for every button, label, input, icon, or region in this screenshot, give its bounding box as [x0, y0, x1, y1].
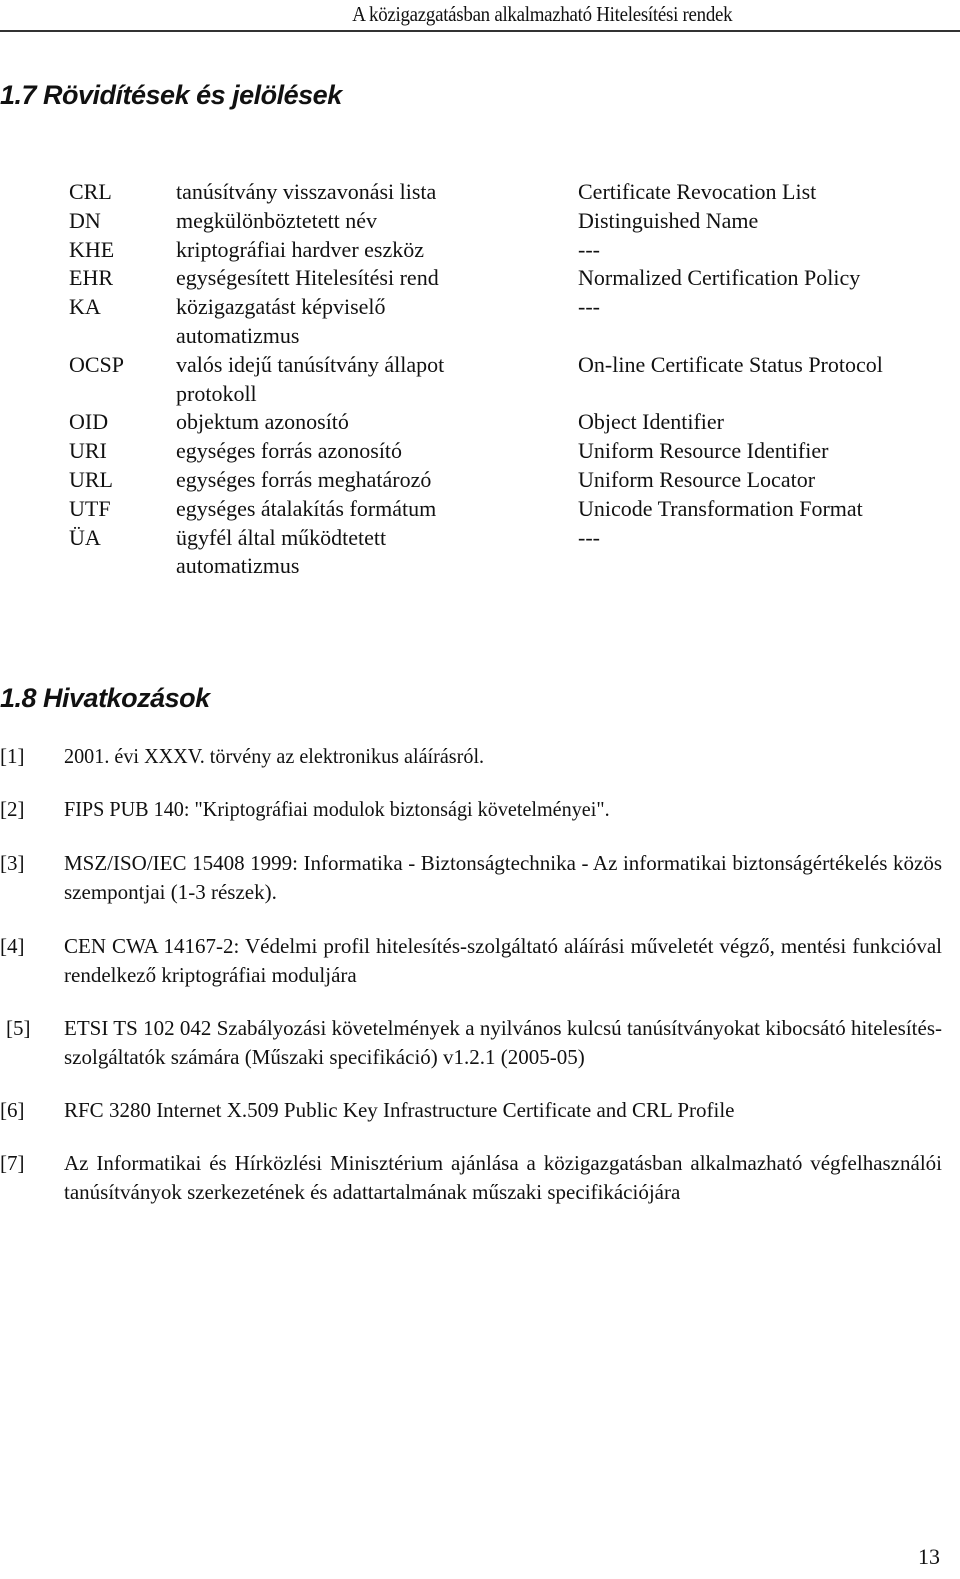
- section-title-abbreviations: 1.7 Rövidítések és jelölések: [0, 80, 342, 110]
- abbreviation: CRL: [69, 179, 112, 204]
- hungarian-meaning: egységes forrás azonosító: [176, 438, 403, 464]
- abbreviation-row: URI egységes forrás azonosító Uniform Re…: [69, 437, 949, 466]
- reference-item: [6] RFC 3280 Internet X.509 Public Key I…: [0, 1096, 942, 1125]
- hungarian-meaning: ügyfél által működtetett automatizmus: [176, 524, 387, 579]
- english-meaning: ---: [578, 524, 600, 550]
- abbreviation: OCSP: [69, 351, 125, 377]
- abbreviation-row: DN megkülönböztetett név Distinguished N…: [69, 207, 949, 236]
- abbreviation-row: UTF egységes átalakítás formátum Unicode…: [69, 495, 949, 524]
- abbreviation-row: KA közigazgatást képviselő automatizmus …: [69, 293, 949, 351]
- section-title-references: 1.8 Hivatkozások: [0, 683, 210, 713]
- hungarian-meaning: megkülönböztetett név: [176, 207, 377, 233]
- abbreviation-row: URL egységes forrás meghatározó Uniform …: [69, 466, 949, 495]
- reference-item: [2] FIPS PUB 140: "Kriptográfiai modulok…: [0, 795, 942, 824]
- abbreviation-row: ÜA ügyfél által működtetett automatizmus…: [69, 524, 949, 582]
- reference-number: [2]: [0, 797, 25, 821]
- abbreviations-table: CRL tanúsítvány visszavonási lista Certi…: [69, 178, 949, 581]
- reference-number: [3]: [0, 851, 25, 875]
- running-header: A közigazgatásban alkalmazható Hitelesít…: [0, 0, 960, 32]
- abbreviation: ÜA: [69, 524, 101, 550]
- abbreviation: OID: [69, 409, 109, 435]
- abbreviation: URL: [69, 466, 113, 492]
- english-meaning: Uniform Resource Identifier: [578, 438, 829, 464]
- reference-number: [6]: [0, 1098, 25, 1122]
- abbreviation-row: KHE kriptográfiai hardver eszköz ---: [69, 236, 949, 265]
- hungarian-meaning: egységesített Hitelesítési rend: [176, 265, 439, 291]
- abbreviation: URI: [69, 438, 107, 464]
- hungarian-meaning: valós idejű tanúsítvány állapot protokol…: [176, 351, 445, 406]
- reference-item: [5] ETSI TS 102 042 Szabályozási követel…: [0, 1014, 942, 1071]
- english-meaning: Distinguished Name: [578, 207, 759, 233]
- abbreviation-row: CRL tanúsítvány visszavonási lista Certi…: [69, 178, 949, 207]
- english-meaning: ---: [578, 236, 600, 262]
- english-meaning: Certificate Revocation List: [578, 179, 817, 204]
- reference-text: MSZ/ISO/IEC 15408 1999: Informatika - Bi…: [64, 851, 942, 904]
- reference-text: ETSI TS 102 042 Szabályozási követelmény…: [64, 1016, 942, 1069]
- reference-number: [4]: [0, 934, 25, 958]
- hungarian-meaning: egységes forrás meghatározó: [176, 466, 432, 492]
- reference-text: FIPS PUB 140: "Kriptográfiai modulok biz…: [64, 797, 610, 821]
- english-meaning: On-line Certificate Status Protocol: [578, 351, 883, 377]
- hungarian-meaning: objektum azonosító: [176, 409, 349, 435]
- reference-number: [7]: [0, 1151, 25, 1175]
- abbreviation-row: EHR egységesített Hitelesítési rend Norm…: [69, 264, 949, 293]
- abbreviation-row: OID objektum azonosító Object Identifier: [69, 408, 949, 437]
- reference-text: 2001. évi XXXV. törvény az elektronikus …: [64, 744, 485, 768]
- reference-number: [5]: [6, 1016, 31, 1040]
- reference-item: [3] MSZ/ISO/IEC 15408 1999: Informatika …: [0, 849, 942, 906]
- reference-item: [7] Az Informatikai és Hírközlési Minisz…: [0, 1149, 942, 1206]
- english-meaning: ---: [578, 294, 600, 320]
- reference-text: CEN CWA 14167-2: Védelmi profil hitelesí…: [64, 934, 942, 987]
- english-meaning: Uniform Resource Locator: [578, 466, 816, 492]
- abbreviation-row: OCSP valós idejű tanúsítvány állapot pro…: [69, 351, 949, 409]
- abbreviation: KA: [69, 294, 101, 320]
- hungarian-meaning: egységes átalakítás formátum: [176, 495, 437, 521]
- hungarian-meaning: kriptográfiai hardver eszköz: [176, 236, 424, 262]
- reference-text: RFC 3280 Internet X.509 Public Key Infra…: [64, 1098, 735, 1122]
- english-meaning: Unicode Transformation Format: [578, 495, 863, 521]
- hungarian-meaning: közigazgatást képviselő automatizmus: [176, 294, 386, 348]
- hungarian-meaning: tanúsítvány visszavonási lista: [176, 179, 437, 204]
- running-header-title: A közigazgatásban alkalmazható Hitelesít…: [351, 2, 732, 26]
- reference-item: [4] CEN CWA 14167-2: Védelmi profil hite…: [0, 932, 942, 989]
- abbreviation: UTF: [69, 495, 111, 521]
- abbreviation: KHE: [69, 236, 115, 262]
- reference-item: [1] 2001. évi XXXV. törvény az elektroni…: [0, 742, 942, 771]
- reference-number: [1]: [0, 744, 25, 768]
- abbreviation: EHR: [69, 265, 113, 291]
- english-meaning: Normalized Certification Policy: [578, 265, 861, 291]
- abbreviation: DN: [69, 207, 101, 233]
- page-number: 13: [918, 1544, 940, 1569]
- reference-text: Az Informatikai és Hírközlési Minisztéri…: [64, 1151, 942, 1204]
- english-meaning: Object Identifier: [578, 409, 724, 435]
